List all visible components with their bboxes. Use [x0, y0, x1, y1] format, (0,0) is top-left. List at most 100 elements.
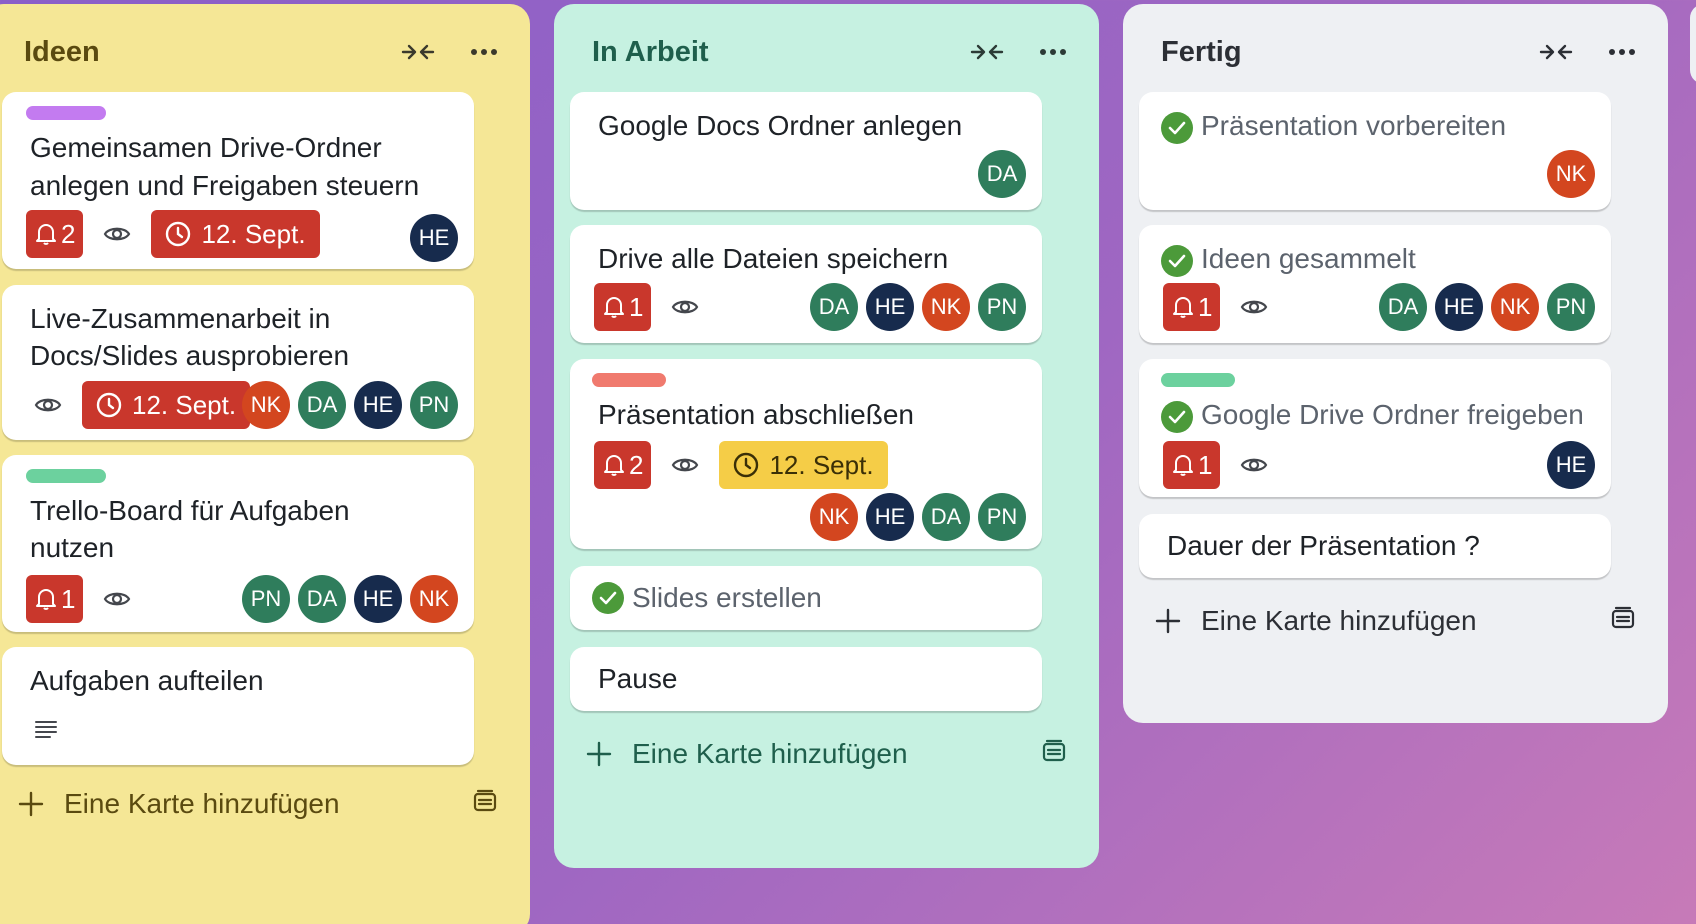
clock-icon [734, 452, 759, 478]
eye-icon[interactable] [667, 447, 703, 483]
avatar[interactable]: HE [354, 381, 402, 429]
list-fertig: Fertig Präsentation vorbereiten NK Ideen… [1123, 4, 1668, 723]
card-title: Präsentation vorbereiten [1201, 110, 1507, 141]
list-title[interactable]: In Arbeit [580, 36, 709, 69]
list-title[interactable]: Fertig [1149, 36, 1242, 69]
avatar[interactable]: NK [1547, 150, 1595, 198]
notification-badge[interactable]: 2 [26, 210, 84, 258]
eye-icon[interactable] [30, 387, 66, 423]
eye-icon[interactable] [1236, 289, 1272, 325]
card-title-line-1: Gemeinsamen Drive-Ordner [30, 132, 382, 163]
more-icon[interactable] [1035, 38, 1071, 66]
card-title: Slides erstellen [632, 582, 822, 613]
card[interactable]: Präsentation vorbereiten NK [1139, 92, 1611, 210]
avatar[interactable]: DA [978, 150, 1026, 198]
card-label[interactable] [26, 469, 106, 483]
card[interactable]: Pause [570, 647, 1042, 711]
list-header: Fertig [1137, 4, 1654, 100]
avatar[interactable]: HE [1547, 441, 1595, 489]
more-icon[interactable] [466, 38, 502, 66]
card-title-line-2: nutzen [30, 532, 115, 563]
card-label[interactable] [1161, 373, 1235, 387]
card-title: Aufgaben aufteilen [30, 665, 264, 696]
card[interactable]: Drive alle Dateien speichern 1 DA HE NK … [570, 225, 1042, 343]
list-title[interactable]: Ideen [14, 36, 100, 69]
card[interactable]: Google Docs Ordner anlegen DA [570, 92, 1042, 210]
clock-icon [166, 221, 191, 247]
card-title-line-2: Docs/Slides ausprobieren [30, 340, 350, 371]
card[interactable]: Gemeinsamen Drive-Ordner anlegen und Fre… [2, 92, 474, 269]
plus-icon [586, 741, 612, 767]
card[interactable]: Aufgaben aufteilen [2, 647, 474, 765]
notification-badge[interactable]: 1 [1163, 441, 1221, 489]
card[interactable]: Live-Zusammenarbeit in Docs/Slides auspr… [2, 285, 474, 440]
more-icon[interactable] [1604, 38, 1640, 66]
avatar[interactable]: HE [410, 214, 458, 262]
card[interactable]: Slides erstellen [570, 566, 1042, 630]
due-date-badge[interactable]: 12. Sept. [151, 210, 320, 258]
card[interactable]: Ideen gesammelt 1 DA HE NK PN [1139, 225, 1611, 343]
add-card-button[interactable]: Eine Karte hinzufügen [18, 788, 498, 820]
list-header: In Arbeit [568, 4, 1085, 100]
due-date-badge[interactable]: 12. Sept. [82, 381, 251, 429]
avatar[interactable]: NK [410, 575, 458, 623]
avatar[interactable]: HE [866, 283, 914, 331]
notification-badge[interactable]: 1 [594, 283, 652, 331]
card-title: Pause [598, 663, 678, 694]
card-label[interactable] [592, 373, 666, 387]
avatar[interactable]: HE [1435, 283, 1483, 331]
list-next-partial[interactable] [1690, 4, 1696, 84]
template-icon[interactable] [472, 789, 498, 820]
avatar[interactable]: NK [1491, 283, 1539, 331]
avatar[interactable]: DA [298, 381, 346, 429]
eye-icon[interactable] [1236, 447, 1272, 483]
card[interactable]: Trello-Board für Aufgaben nutzen 1 PN DA… [2, 455, 474, 632]
collapse-icon[interactable] [969, 38, 1005, 66]
description-icon [34, 719, 58, 744]
board: Ideen Gemeinsamen Drive-Ordner anlegen u… [0, 0, 1696, 924]
list-ideen: Ideen Gemeinsamen Drive-Ordner anlegen u… [0, 4, 530, 924]
eye-icon[interactable] [99, 216, 135, 252]
check-icon [1161, 112, 1193, 144]
bell-icon [604, 297, 624, 318]
avatar[interactable]: PN [410, 381, 458, 429]
card-title-line-2: anlegen und Freigaben steuern [30, 170, 420, 201]
check-icon [1161, 401, 1193, 433]
due-date-badge[interactable]: 12. Sept. [719, 441, 888, 489]
avatar[interactable]: PN [978, 493, 1026, 541]
avatar[interactable]: NK [922, 283, 970, 331]
card-title: Dauer der Präsentation ? [1167, 530, 1480, 561]
eye-icon[interactable] [667, 289, 703, 325]
card-title: Drive alle Dateien speichern [598, 243, 949, 274]
avatar[interactable]: NK [810, 493, 858, 541]
card-title: Ideen gesammelt [1201, 243, 1416, 274]
card-label[interactable] [26, 106, 106, 120]
add-card-button[interactable]: Eine Karte hinzufügen [1155, 605, 1636, 637]
add-card-button[interactable]: Eine Karte hinzufügen [586, 738, 1067, 770]
card[interactable]: Dauer der Präsentation ? [1139, 514, 1611, 578]
avatar[interactable]: PN [242, 575, 290, 623]
collapse-icon[interactable] [400, 38, 436, 66]
notification-badge[interactable]: 1 [1163, 283, 1221, 331]
card[interactable]: Präsentation abschließen 2 12. Sept. NK … [570, 359, 1042, 549]
avatar[interactable]: HE [354, 575, 402, 623]
avatar[interactable]: DA [1379, 283, 1427, 331]
collapse-icon[interactable] [1538, 38, 1574, 66]
eye-icon[interactable] [99, 581, 135, 617]
template-icon[interactable] [1041, 739, 1067, 770]
card-title: Google Drive Ordner freigeben [1201, 399, 1584, 430]
avatar[interactable]: HE [866, 493, 914, 541]
avatar[interactable]: DA [298, 575, 346, 623]
avatar[interactable]: PN [978, 283, 1026, 331]
notification-badge[interactable]: 2 [594, 441, 652, 489]
avatar[interactable]: PN [1547, 283, 1595, 331]
plus-icon [18, 791, 44, 817]
clock-icon [96, 392, 122, 418]
bell-icon [1173, 455, 1193, 476]
avatar[interactable]: DA [810, 283, 858, 331]
notification-badge[interactable]: 1 [26, 575, 84, 623]
avatar[interactable]: NK [242, 381, 290, 429]
card[interactable]: Google Drive Ordner freigeben 1 HE [1139, 359, 1611, 497]
avatar[interactable]: DA [922, 493, 970, 541]
template-icon[interactable] [1610, 606, 1636, 637]
